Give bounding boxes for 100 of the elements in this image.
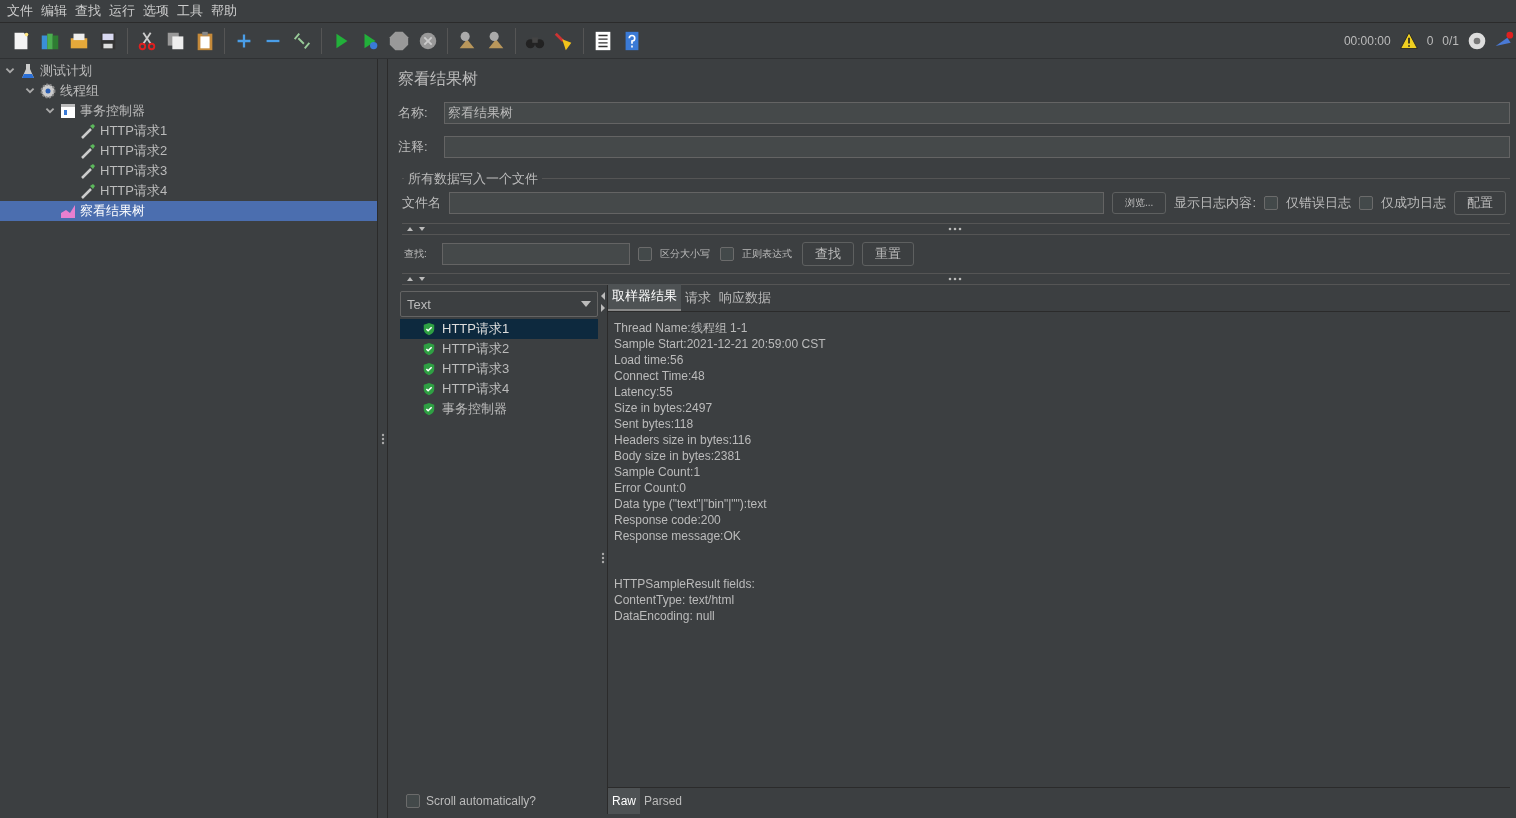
result-label: HTTP请求4 bbox=[442, 380, 510, 398]
renderer-dropdown[interactable]: Text bbox=[400, 291, 598, 317]
result-line: ContentType: text/html bbox=[614, 592, 736, 608]
tree-item[interactable]: HTTP请求1 bbox=[0, 121, 377, 141]
comment-field[interactable] bbox=[444, 136, 1510, 158]
collapse-arrows-icon[interactable] bbox=[599, 291, 606, 313]
caret-icon bbox=[581, 301, 591, 307]
elapsed-time: 00:00:00 bbox=[1343, 33, 1391, 48]
result-item[interactable]: HTTP请求1 bbox=[400, 319, 598, 339]
splitter-handle[interactable] bbox=[600, 552, 605, 564]
collapse-arrows-icon[interactable] bbox=[406, 275, 428, 283]
menu-item[interactable]: 运行 bbox=[106, 2, 138, 20]
filename-field[interactable] bbox=[449, 192, 1105, 214]
pipette-icon bbox=[80, 163, 96, 179]
gear-icon bbox=[40, 83, 56, 99]
checkbox-label: 仅成功日志 bbox=[1381, 194, 1446, 212]
tree-label: 事务控制器 bbox=[80, 102, 145, 120]
result-line: Body size in bytes:2381 bbox=[614, 448, 742, 464]
tree-item[interactable]: 线程组 bbox=[0, 81, 377, 101]
result-line: Size in bytes:2497 bbox=[614, 400, 714, 416]
menu-item[interactable]: 帮助 bbox=[208, 2, 240, 20]
pipette-icon bbox=[80, 123, 96, 139]
result-line: Response code:200 bbox=[614, 512, 722, 528]
result-line: Data type ("text"|"bin"|""):text bbox=[614, 496, 768, 512]
checkbox[interactable] bbox=[638, 247, 652, 261]
tree-item[interactable]: 察看结果树 bbox=[0, 201, 377, 221]
result-item[interactable]: 事务控制器 bbox=[400, 399, 598, 419]
panel-title: 察看结果树 bbox=[398, 69, 479, 89]
tab[interactable]: Raw bbox=[608, 788, 640, 814]
result-line: Latency:55 bbox=[614, 384, 674, 400]
result-line: Headers size in bytes:116 bbox=[614, 432, 753, 448]
checkbox-label: 正则表达式 bbox=[742, 247, 792, 261]
menu-item[interactable]: 工具 bbox=[174, 2, 206, 20]
browse-button[interactable]: 浏览... bbox=[1112, 192, 1167, 214]
configure-button[interactable]: 配置 bbox=[1454, 191, 1506, 215]
result-label: 事务控制器 bbox=[442, 400, 507, 418]
tree-label: 察看结果树 bbox=[80, 202, 145, 220]
search-label: 查找: bbox=[404, 247, 428, 261]
tab[interactable]: 请求 bbox=[681, 286, 715, 311]
tab[interactable]: 响应数据 bbox=[715, 286, 775, 311]
tree-label: HTTP请求1 bbox=[100, 122, 168, 140]
pipette-icon bbox=[80, 183, 96, 199]
result-item[interactable]: HTTP请求2 bbox=[400, 339, 598, 359]
splitter-handle[interactable] bbox=[948, 227, 962, 231]
result-line: Load time:56 bbox=[614, 352, 685, 368]
warning-icon[interactable] bbox=[1398, 30, 1419, 51]
tab[interactable]: Parsed bbox=[640, 788, 687, 814]
tree-item[interactable]: HTTP请求2 bbox=[0, 141, 377, 161]
result-line: Sample Count:1 bbox=[614, 464, 702, 480]
result-label: HTTP请求2 bbox=[442, 340, 510, 358]
result-line: Sample Start:2021-12-21 20:59:00 CST bbox=[614, 336, 827, 352]
collapse-arrows-icon[interactable] bbox=[406, 225, 428, 233]
splitter-handle[interactable] bbox=[948, 277, 962, 281]
tree-label: 线程组 bbox=[60, 82, 99, 100]
controller-icon bbox=[60, 103, 76, 119]
checkbox-label: Scroll automatically? bbox=[426, 794, 537, 808]
menu-item[interactable]: 选项 bbox=[140, 2, 172, 20]
result-line: Response message:OK bbox=[614, 528, 742, 544]
log-label: 显示日志内容: bbox=[1174, 194, 1256, 212]
result-line: HTTPSampleResult fields: bbox=[614, 576, 756, 592]
result-label: HTTP请求1 bbox=[442, 320, 510, 338]
checkbox[interactable] bbox=[406, 794, 420, 808]
result-item[interactable]: HTTP请求3 bbox=[400, 359, 598, 379]
result-line: Thread Name:线程组 1-1 bbox=[614, 320, 749, 336]
checkbox-label: 区分大小写 bbox=[660, 247, 710, 261]
result-item[interactable]: HTTP请求4 bbox=[400, 379, 598, 399]
comment-label: 注释: bbox=[398, 138, 429, 156]
chart-icon bbox=[60, 203, 76, 219]
result-label: HTTP请求3 bbox=[442, 360, 510, 378]
pipette-icon bbox=[80, 143, 96, 159]
name-field[interactable]: 察看结果树 bbox=[444, 102, 1510, 124]
search-field[interactable] bbox=[442, 243, 630, 265]
flask-icon bbox=[20, 63, 36, 79]
tree-item[interactable]: 测试计划 bbox=[0, 61, 377, 81]
result-line: DataEncoding: null bbox=[614, 608, 716, 624]
error-count: 0 bbox=[1426, 33, 1434, 48]
checkbox[interactable] bbox=[1359, 196, 1373, 210]
result-line: Sent bytes:118 bbox=[614, 416, 695, 432]
reset-button[interactable]: 重置 bbox=[862, 242, 914, 266]
checkbox[interactable] bbox=[1264, 196, 1278, 210]
thread-count: 0/1 bbox=[1442, 33, 1459, 48]
name-label: 名称: bbox=[398, 104, 429, 122]
checkbox-label: 仅错误日志 bbox=[1286, 194, 1351, 212]
stop-icon[interactable] bbox=[388, 29, 410, 52]
filename-label: 文件名 bbox=[402, 194, 441, 212]
tree-item[interactable]: HTTP请求4 bbox=[0, 181, 377, 201]
menu-item[interactable]: 查找 bbox=[72, 2, 104, 20]
menu-item[interactable]: 文件 bbox=[4, 2, 36, 20]
menu-item[interactable]: 编辑 bbox=[38, 2, 70, 20]
tree-item[interactable]: HTTP请求3 bbox=[0, 161, 377, 181]
tab[interactable]: 取样器结果 bbox=[608, 284, 681, 311]
result-line: Connect Time:48 bbox=[614, 368, 706, 384]
tree-item[interactable]: 事务控制器 bbox=[0, 101, 377, 121]
tree-label: HTTP请求3 bbox=[100, 162, 168, 180]
checkbox[interactable] bbox=[720, 247, 734, 261]
tree-label: 测试计划 bbox=[40, 62, 92, 80]
tree-label: HTTP请求4 bbox=[100, 182, 168, 200]
tree-label: HTTP请求2 bbox=[100, 142, 168, 160]
find-button[interactable]: 查找 bbox=[802, 242, 854, 266]
splitter-handle[interactable] bbox=[380, 432, 385, 445]
